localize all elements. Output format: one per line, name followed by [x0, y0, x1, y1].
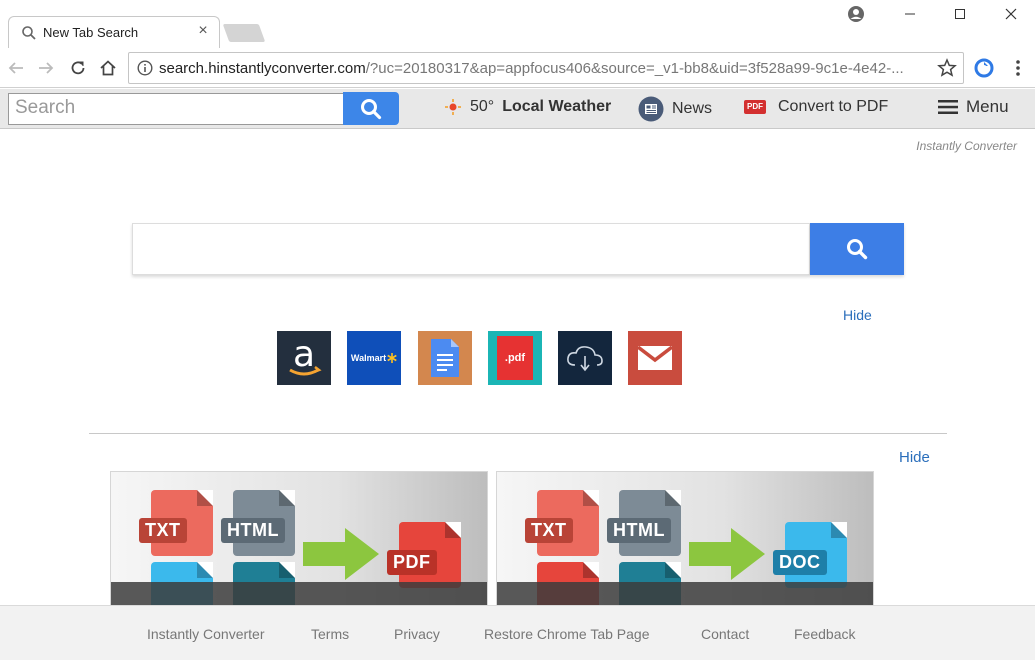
cloud-tile[interactable]	[558, 331, 612, 385]
txt-file-icon: TXT	[525, 490, 599, 556]
news-icon	[638, 96, 664, 122]
convert-to-pdf-link[interactable]: PDF Convert to PDF	[744, 98, 888, 116]
search-icon	[361, 98, 382, 119]
local-weather-link[interactable]: 50° Local Weather	[444, 98, 611, 116]
document-icon	[431, 339, 459, 377]
html-file-icon: HTML	[607, 490, 681, 556]
txt-label: TXT	[525, 518, 573, 543]
minimize-icon[interactable]	[886, 2, 934, 26]
forward-arrow-icon[interactable]	[34, 56, 58, 80]
menu-label: Menu	[966, 97, 1009, 116]
hamburger-icon	[938, 100, 958, 114]
pdf-tile[interactable]: .pdf	[488, 331, 542, 385]
walmart-label: Walmart	[350, 353, 387, 363]
google-docs-tile[interactable]	[418, 331, 472, 385]
pdf-tile-label: .pdf	[504, 352, 526, 364]
svg-text:a: a	[293, 336, 315, 375]
html-label: HTML	[607, 518, 671, 543]
arrow-right-icon	[303, 528, 379, 580]
footer-link-contact[interactable]: Contact	[701, 626, 749, 642]
html-file-icon: HTML	[221, 490, 295, 556]
convert-to-pdf-card[interactable]: TXT HTML PDF	[110, 471, 488, 611]
target-label: DOC	[773, 550, 827, 575]
bookmark-star-icon[interactable]	[937, 58, 957, 78]
target-file-icon: PDF	[387, 522, 461, 588]
back-arrow-icon[interactable]	[4, 56, 28, 80]
toolbar-search-input[interactable]: Search	[8, 93, 344, 125]
footer-link-instantly-converter[interactable]: Instantly Converter	[147, 626, 265, 642]
address-bar[interactable]: search.hinstantlyconverter.com/?uc=20180…	[128, 52, 964, 84]
news-link[interactable]: News	[638, 96, 712, 122]
section-divider	[89, 433, 947, 434]
browser-toolbar: search.hinstantlyconverter.com/?uc=20180…	[0, 48, 1035, 88]
footer-link-privacy[interactable]: Privacy	[394, 626, 440, 642]
footer-link-restore-chrome[interactable]: Restore Chrome Tab Page	[484, 626, 650, 642]
reload-icon[interactable]	[66, 56, 90, 80]
window-close-icon[interactable]	[987, 2, 1035, 26]
profile-icon[interactable]	[832, 2, 880, 26]
footer-link-feedback[interactable]: Feedback	[794, 626, 855, 642]
arrow-right-icon	[689, 528, 765, 580]
search-icon	[847, 239, 868, 260]
spark-icon	[387, 353, 397, 363]
hide-promo-link[interactable]: Hide	[899, 449, 930, 466]
url-path: /?uc=20180317&ap=appfocus406&source=_v1-…	[365, 60, 904, 77]
weather-label: Local Weather	[502, 98, 612, 115]
tab-strip: New Tab Search ×	[0, 0, 1035, 48]
target-label: PDF	[387, 550, 437, 575]
maximize-icon[interactable]	[936, 2, 984, 26]
weather-temp: 50°	[470, 98, 495, 115]
pdf-document-icon: .pdf	[497, 336, 533, 380]
walmart-tile[interactable]: Walmart	[347, 331, 401, 385]
tab-title: New Tab Search	[43, 25, 139, 40]
info-icon[interactable]	[137, 60, 153, 76]
extension-sync-icon[interactable]	[972, 56, 996, 80]
amazon-tile[interactable]: a	[277, 331, 331, 385]
convert-to-doc-card[interactable]: TXT HTML DOC	[496, 471, 874, 611]
kebab-menu-icon[interactable]	[1006, 56, 1030, 80]
toolbar-search-button[interactable]	[343, 92, 399, 125]
main-search-input[interactable]	[132, 223, 810, 275]
new-tab-button[interactable]	[222, 24, 266, 42]
menu-button[interactable]: Menu	[938, 97, 1009, 117]
sun-icon	[445, 99, 461, 115]
gmail-tile[interactable]	[628, 331, 682, 385]
txt-file-icon: TXT	[139, 490, 213, 556]
txt-label: TXT	[139, 518, 187, 543]
hide-shortcuts-link[interactable]: Hide	[843, 307, 872, 323]
amazon-icon: a	[289, 336, 322, 376]
footer: Instantly Converter Terms Privacy Restor…	[0, 605, 1035, 660]
url-host: search.hinstantlyconverter.com	[159, 60, 366, 77]
html-label: HTML	[221, 518, 285, 543]
close-icon[interactable]: ×	[195, 23, 211, 39]
convert-pdf-label: Convert to PDF	[778, 98, 889, 115]
url-text[interactable]: search.hinstantlyconverter.com/?uc=20180…	[159, 60, 929, 77]
pdf-icon: PDF	[744, 100, 766, 114]
home-icon[interactable]	[96, 56, 120, 80]
mail-icon	[637, 345, 673, 370]
brand-label: Instantly Converter	[916, 139, 1017, 153]
footer-link-terms[interactable]: Terms	[311, 626, 349, 642]
search-icon	[22, 26, 36, 40]
browser-tab[interactable]: New Tab Search ×	[8, 16, 220, 48]
cloud-download-icon	[567, 346, 603, 372]
news-label: News	[672, 100, 713, 117]
target-file-icon: DOC	[773, 522, 847, 588]
extension-bar: Search 50° Local Weather News PDF Conver…	[0, 89, 1035, 129]
main-search-button[interactable]	[810, 223, 904, 275]
